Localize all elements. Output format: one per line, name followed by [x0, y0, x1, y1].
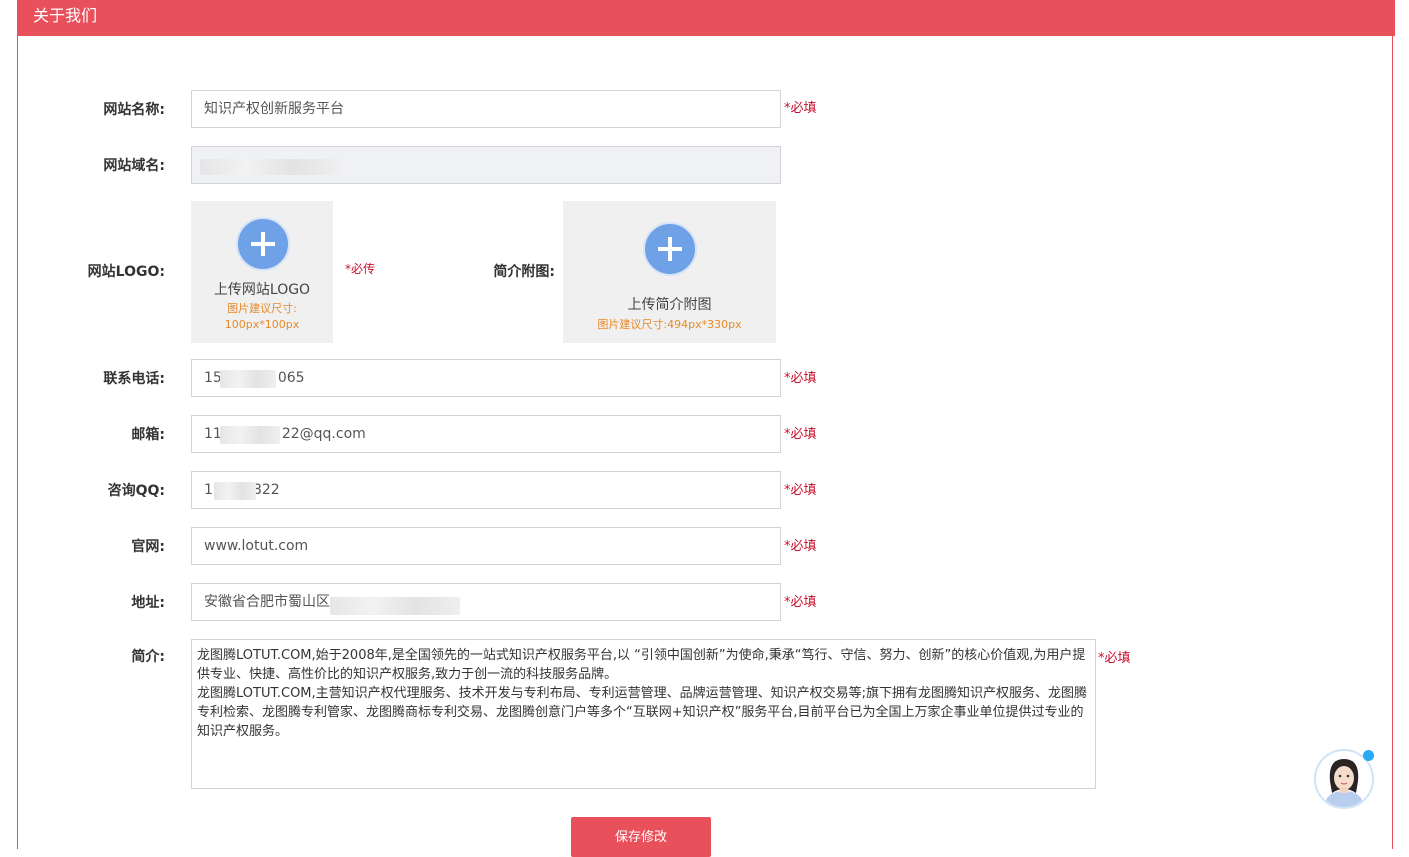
email-label: 邮箱:	[131, 427, 165, 443]
intro-image-upload-text: 上传简介附图	[627, 297, 712, 313]
qq-required: *必填	[784, 483, 817, 498]
site-name-input[interactable]: 知识产权创新服务平台	[191, 90, 781, 128]
logo-label: 网站LOGO:	[87, 264, 165, 280]
redacted-domain	[200, 159, 340, 175]
intro-label: 简介:	[131, 649, 165, 665]
save-button[interactable]: 保存修改	[571, 817, 711, 857]
logo-upload-area[interactable]: 上传网站LOGO 图片建议尺寸: 100px*100px	[191, 201, 333, 343]
email-required: *必填	[784, 427, 817, 442]
website-value: www.lotut.com	[204, 538, 309, 554]
qq-value-suffix: 822	[252, 482, 280, 498]
phone-label: 联系电话:	[103, 371, 165, 387]
address-label: 地址:	[131, 595, 165, 611]
phone-required: *必填	[784, 371, 817, 386]
address-value: 安徽省合肥市蜀山区	[204, 594, 330, 610]
online-status-dot	[1363, 750, 1374, 761]
site-name-label: 网站名称:	[103, 102, 165, 118]
qq-value-prefix: 1	[204, 482, 213, 498]
plus-circle-icon	[236, 217, 290, 271]
intro-textarea[interactable]: 龙图腾LOTUT.COM,始于2008年,是全国领先的一站式知识产权服务平台,以…	[191, 639, 1096, 789]
page-title: 关于我们	[33, 6, 98, 25]
site-domain-input	[191, 146, 781, 184]
redacted-email	[220, 426, 280, 444]
address-input[interactable]: 安徽省合肥市蜀山区	[191, 583, 781, 621]
redacted-address	[330, 597, 460, 615]
logo-hint-line1: 图片建议尺寸:	[227, 302, 297, 315]
site-name-value: 知识产权创新服务平台	[204, 101, 344, 117]
intro-image-upload-area[interactable]: 上传简介附图 图片建议尺寸:494px*330px	[563, 201, 776, 343]
logo-upload-text: 上传网站LOGO	[213, 282, 311, 298]
email-value-suffix: 22@qq.com	[281, 426, 366, 442]
redacted-qq	[214, 482, 256, 500]
website-label: 官网:	[131, 539, 165, 555]
intro-image-hint: 图片建议尺寸:494px*330px	[597, 318, 742, 331]
redacted-phone	[220, 370, 276, 388]
website-required: *必填	[784, 539, 817, 554]
plus-circle-icon	[643, 222, 697, 276]
qq-label: 咨询QQ:	[107, 483, 165, 499]
logo-hint-line2: 100px*100px	[224, 318, 300, 331]
phone-value-suffix: 065	[277, 370, 305, 386]
intro-required: *必填	[1098, 651, 1131, 666]
logo-required: *必传	[345, 262, 376, 276]
address-required: *必填	[784, 595, 817, 610]
website-input[interactable]: www.lotut.com	[191, 527, 781, 565]
site-domain-label: 网站域名:	[103, 158, 165, 174]
qq-input[interactable]: 1 822	[191, 471, 781, 509]
site-name-required: *必填	[784, 101, 817, 116]
phone-input[interactable]: 15 065	[191, 359, 781, 397]
email-input[interactable]: 11 22@qq.com	[191, 415, 781, 453]
intro-image-label: 简介附图:	[493, 264, 555, 280]
page-header: 关于我们	[17, 0, 1395, 36]
